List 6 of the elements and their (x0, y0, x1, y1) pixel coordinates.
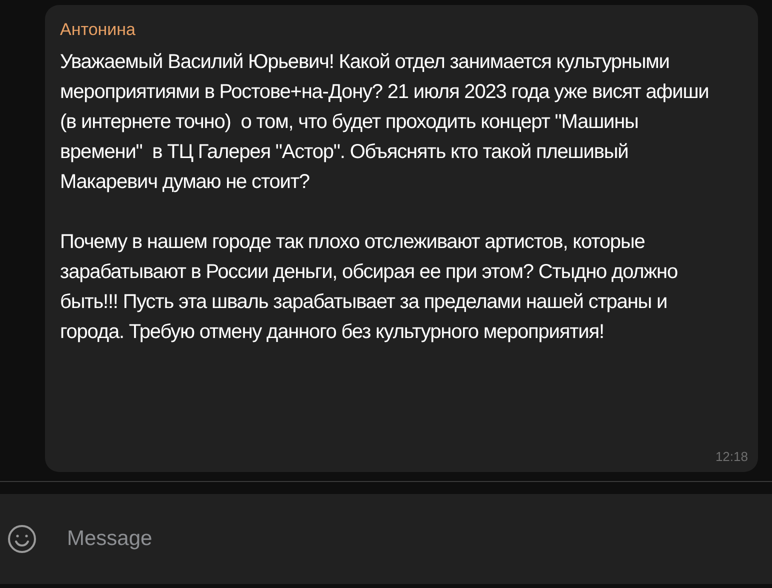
message-time: 12:18 (715, 448, 748, 466)
message-text: Уважаемый Василий Юрьевич! Какой отдел занимается культурными мероприятиями в Ростове+на-Дону? 21 июля 2023 года уже висят афиши (в интернете точно) о том, что будет проходить концерт "Машины времени" в ТЦ Галерея "Астор". Объяснять кто такой плешивый Макаревич думаю не стоит? (60, 50, 710, 195)
message-text: Почему в нашем городе так плохо отслеживают артистов, которые зарабатывают в России деньги, обсирая ее при этом? Стыдно должно быть!!! Пусть эта шваль зарабатывает за пределами нашей страны и города. Требую отмену данного без культурного мероприятия! (60, 230, 678, 345)
message-input[interactable]: Message (0, 494, 772, 584)
emoji-icon[interactable] (7, 524, 37, 554)
sender-name: Антонина (60, 19, 136, 41)
